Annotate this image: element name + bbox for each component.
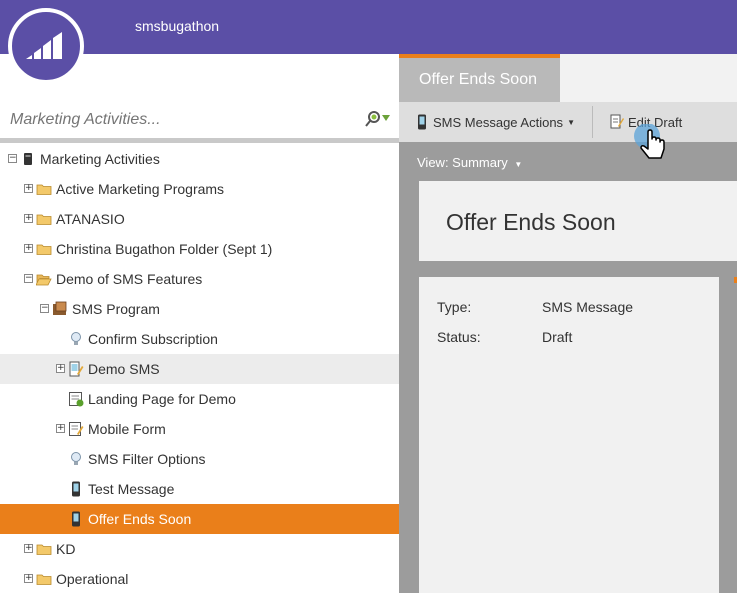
asset-title-box: Offer Ends Soon bbox=[419, 181, 737, 261]
edit-draft-icon bbox=[610, 114, 624, 129]
tree-item-label: KD bbox=[56, 541, 76, 557]
phone-icon bbox=[418, 114, 426, 130]
tree-item-label: SMS Program bbox=[72, 301, 160, 317]
sms-message-actions-label: SMS Message Actions bbox=[433, 114, 564, 130]
expand-icon[interactable]: + bbox=[24, 184, 33, 193]
expand-icon[interactable]: + bbox=[56, 364, 65, 373]
sms-draft-icon bbox=[68, 361, 84, 377]
phone-icon bbox=[68, 481, 84, 497]
status-label: Status: bbox=[437, 329, 481, 345]
tree-item-label: ATANASIO bbox=[56, 211, 125, 227]
landing-page-icon bbox=[68, 391, 84, 407]
tab-strip: Offer Ends Soon bbox=[399, 54, 737, 102]
form-icon bbox=[68, 421, 84, 437]
tree-item[interactable]: + Demo SMS bbox=[0, 354, 399, 384]
hand-pointer-icon bbox=[628, 123, 676, 175]
tree-item-label: Demo SMS bbox=[88, 361, 160, 377]
tree-item[interactable]: Test Message bbox=[0, 474, 399, 504]
expand-icon[interactable]: + bbox=[56, 424, 65, 433]
tree-item[interactable]: Offer Ends Soon bbox=[0, 504, 399, 534]
tree-item[interactable]: SMS Filter Options bbox=[0, 444, 399, 474]
expand-icon[interactable]: + bbox=[24, 574, 33, 583]
folder-open-icon bbox=[35, 271, 52, 287]
top-bar: smsbugathon bbox=[0, 0, 737, 54]
tree-search bbox=[0, 104, 399, 136]
status-value: Draft bbox=[542, 329, 573, 345]
content-panel: Offer Ends Soon SMS Message Actions ▼ Ed… bbox=[399, 54, 737, 593]
tree-item-label: Test Message bbox=[88, 481, 175, 497]
root-db-icon bbox=[20, 151, 36, 167]
phone-icon bbox=[68, 511, 84, 527]
tree-item-label: Confirm Subscription bbox=[88, 331, 218, 347]
asset-details: Type: SMS Message Status: Draft bbox=[419, 277, 719, 593]
view-label: View: Summary bbox=[417, 155, 508, 170]
tree-item-label: Active Marketing Programs bbox=[56, 181, 225, 197]
caret-down-icon: ▼ bbox=[514, 160, 523, 169]
folder-icon bbox=[36, 541, 52, 557]
tab-offer-ends-soon[interactable]: Offer Ends Soon bbox=[399, 54, 560, 102]
tree-item[interactable]: − Marketing Activities bbox=[0, 144, 399, 174]
collapse-icon[interactable]: − bbox=[40, 304, 49, 313]
caret-down-icon: ▼ bbox=[567, 117, 575, 127]
workspace-name[interactable]: smsbugathon bbox=[135, 18, 219, 34]
tree-search-input[interactable] bbox=[0, 111, 340, 129]
folder-icon bbox=[36, 241, 52, 257]
tree-item[interactable]: + Mobile Form bbox=[0, 414, 399, 444]
marketing-activities-tree: − Marketing Activities + Active Marketing P… bbox=[0, 144, 399, 594]
tree-item[interactable]: + KD bbox=[0, 534, 399, 564]
collapse-icon[interactable]: − bbox=[8, 154, 17, 163]
tree-panel: − Marketing Activities + Active Marketing P… bbox=[0, 54, 399, 593]
tree-item-label: Christina Bugathon Folder (Sept 1) bbox=[56, 241, 273, 257]
tree-item[interactable]: Landing Page for Demo bbox=[0, 384, 399, 414]
tree-item-label: Marketing Activities bbox=[40, 151, 160, 167]
toolbar: SMS Message Actions ▼ Edit Draft bbox=[399, 102, 737, 142]
tree-item[interactable]: + Operational bbox=[0, 564, 399, 594]
tree-item[interactable]: − Demo of SMS Features bbox=[0, 264, 399, 294]
sms-message-actions-button[interactable]: SMS Message Actions ▼ bbox=[417, 102, 575, 142]
tree-item-label: SMS Filter Options bbox=[88, 451, 206, 467]
tree-item-label: Landing Page for Demo bbox=[88, 391, 236, 407]
type-value: SMS Message bbox=[542, 299, 634, 315]
filter-search-icon[interactable] bbox=[365, 110, 391, 133]
tree-item-label: Mobile Form bbox=[88, 421, 166, 437]
expand-icon[interactable]: + bbox=[24, 244, 33, 253]
view-selector[interactable]: View: Summary ▼ bbox=[417, 155, 522, 170]
tree-item[interactable]: Confirm Subscription bbox=[0, 324, 399, 354]
folder-icon bbox=[36, 211, 52, 227]
tree-item-label: Operational bbox=[56, 571, 129, 587]
tree-item-label: Demo of SMS Features bbox=[56, 271, 203, 287]
lightbulb-icon bbox=[68, 331, 84, 347]
tree-item[interactable]: + ATANASIO bbox=[0, 204, 399, 234]
type-label: Type: bbox=[437, 299, 472, 315]
expand-icon[interactable]: + bbox=[24, 214, 33, 223]
lightbulb-icon bbox=[68, 451, 84, 467]
tree-item[interactable]: + Active Marketing Programs bbox=[0, 174, 399, 204]
tree-item[interactable]: − SMS Program bbox=[0, 294, 399, 324]
tree-item-label: Offer Ends Soon bbox=[88, 511, 192, 527]
folder-icon bbox=[36, 181, 52, 197]
marketo-logo[interactable] bbox=[8, 8, 84, 84]
program-icon bbox=[52, 301, 68, 317]
tree-item[interactable]: + Christina Bugathon Folder (Sept 1) bbox=[0, 234, 399, 264]
asset-title: Offer Ends Soon bbox=[446, 209, 616, 235]
logo-bars-icon bbox=[26, 32, 62, 59]
collapse-icon[interactable]: − bbox=[24, 274, 33, 283]
toolbar-separator bbox=[592, 106, 593, 138]
folder-icon bbox=[36, 571, 52, 587]
panel-divider bbox=[0, 138, 399, 143]
expand-icon[interactable]: + bbox=[24, 544, 33, 553]
